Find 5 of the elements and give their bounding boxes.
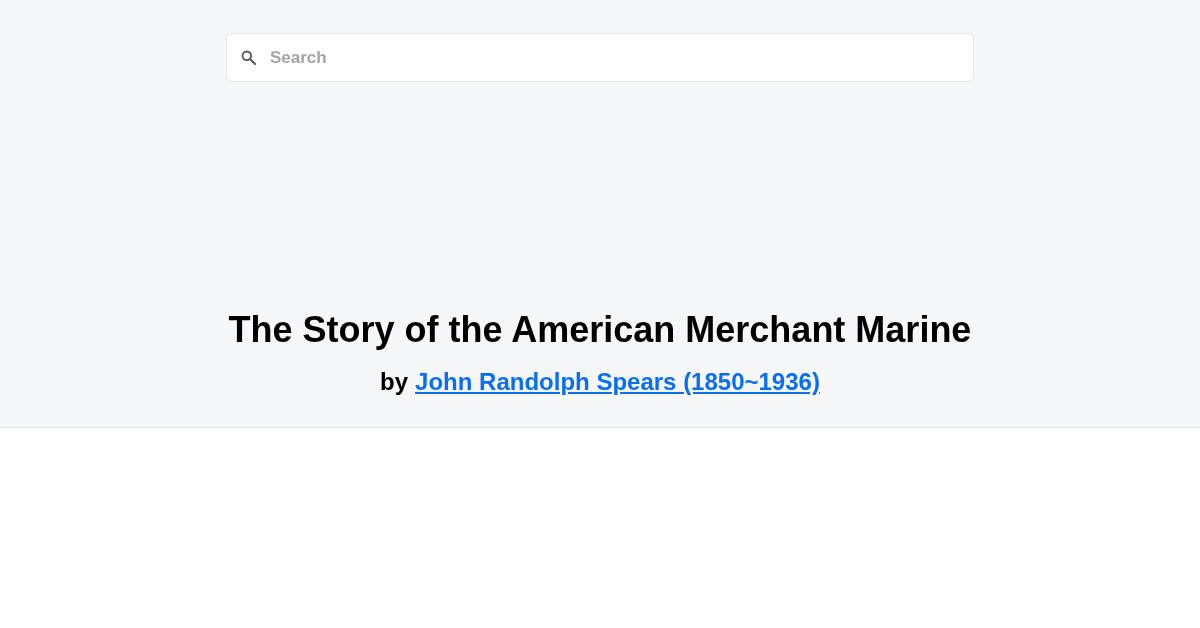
search-icon	[241, 50, 256, 65]
search-field[interactable]: Search	[226, 33, 974, 82]
author-link[interactable]: John Randolph Spears (1850~1936)	[415, 367, 820, 396]
book-title: The Story of the American Merchant Marine	[228, 308, 972, 351]
byline-label: by	[380, 367, 409, 396]
